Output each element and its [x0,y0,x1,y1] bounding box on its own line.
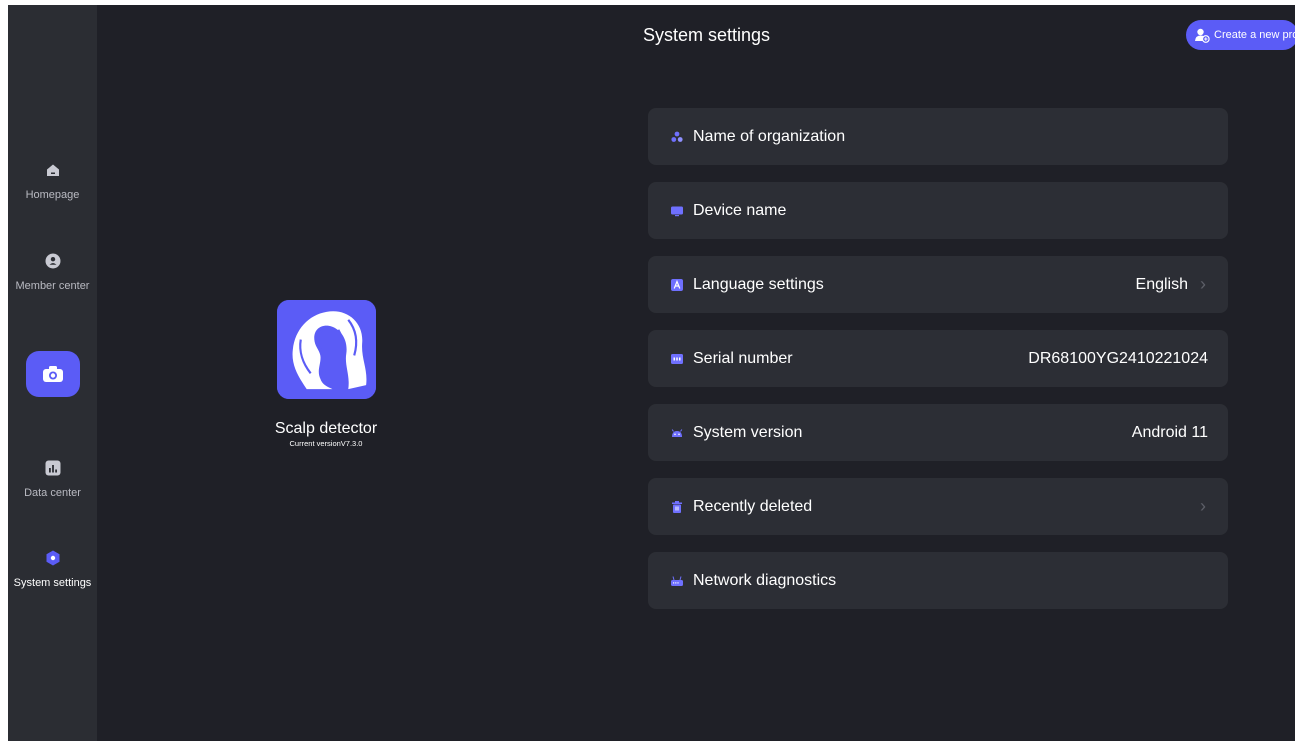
app-name: Scalp detector [274,420,378,437]
serial-icon [671,353,683,364]
setting-value: DR68100YG2410221024 [1028,349,1208,367]
page-title: System settings [643,25,771,45]
chart-icon [45,460,60,476]
setting-value: Android 11 [1131,423,1208,441]
sidebar-item-member-center[interactable]: Member center [8,253,97,292]
chevron-right-icon: › [1200,496,1206,516]
setting-device-name[interactable]: Device name [648,182,1228,239]
setting-serial-number[interactable]: Serial number DR68100YG2410221024 [648,330,1228,387]
trash-icon [672,500,682,513]
setting-network-diagnostics[interactable]: Network diagnostics [648,552,1228,609]
sidebar-item-label: Data center [24,487,81,499]
app-info: Scalp detector Current versionV7.3.0 [188,300,464,448]
sidebar-item-system-settings[interactable]: System settings [8,550,97,589]
setting-organization-name[interactable]: Name of organization [648,108,1228,165]
setting-label: Language settings [693,275,824,293]
sidebar-item-label: System settings [13,577,92,589]
chevron-right-icon: › [1200,274,1206,294]
setting-system-version[interactable]: System version Android 11 [648,404,1228,461]
setting-language[interactable]: Language settings English › [648,256,1228,313]
create-profile-button[interactable]: Create a new profile [1186,20,1295,50]
organization-icon [671,131,683,142]
app-version: Current versionV7.3.0 [289,439,363,448]
app-logo [276,300,376,399]
android-icon [671,428,683,437]
language-icon [671,278,683,291]
device-icon [671,206,683,216]
sidebar-item-data-center[interactable]: Data center [8,460,97,499]
setting-label: Recently deleted [693,497,813,515]
sidebar-item-homepage[interactable]: Homepage [8,162,97,201]
setting-label: Name of organization [693,127,846,145]
home-icon [46,164,59,176]
create-profile-label: Create a new profile [1214,29,1295,41]
camera-icon [43,366,63,382]
sidebar-item-label: Member center [15,280,90,292]
setting-label: Network diagnostics [693,571,837,589]
setting-label: Serial number [693,349,793,367]
sidebar-item-label: Homepage [25,189,80,201]
setting-value: English [1135,275,1188,293]
sidebar: Homepage Member center Data center Syste… [8,5,97,741]
user-icon [45,253,60,269]
settings-icon [46,550,59,566]
setting-label: System version [693,423,803,441]
setting-label: Device name [693,201,787,219]
app-window: Homepage Member center Data center Syste… [8,5,1295,741]
add-profile-icon [1195,28,1210,43]
network-icon [671,575,683,586]
capture-button[interactable] [26,351,80,397]
setting-recently-deleted[interactable]: Recently deleted › [648,478,1228,535]
